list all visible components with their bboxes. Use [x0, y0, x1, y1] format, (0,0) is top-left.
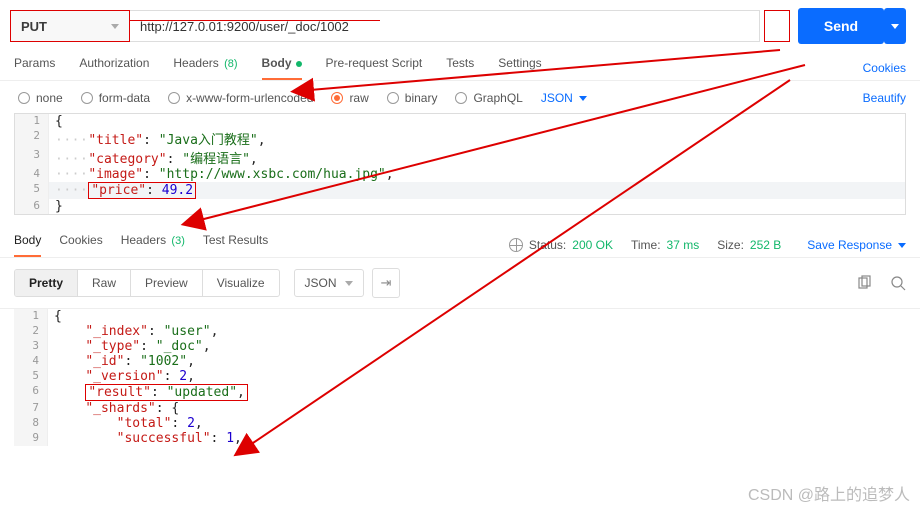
save-button[interactable] — [764, 10, 790, 42]
url-input[interactable]: http://127.0.01:9200/user/_doc/1002 — [130, 10, 760, 42]
chevron-down-icon — [345, 281, 353, 286]
response-view-group: Pretty Raw Preview Visualize — [14, 269, 280, 297]
cookies-link[interactable]: Cookies — [863, 61, 906, 75]
size-value: 252 B — [750, 238, 781, 252]
view-raw[interactable]: Raw — [78, 270, 131, 296]
body-type-none[interactable]: none — [18, 91, 63, 105]
send-dropdown[interactable] — [884, 8, 906, 44]
time-value: 37 ms — [667, 238, 700, 252]
response-tab-cookies[interactable]: Cookies — [59, 233, 102, 257]
radio-icon — [455, 92, 467, 104]
copy-icon[interactable] — [856, 275, 872, 291]
view-visualize[interactable]: Visualize — [203, 270, 279, 296]
chevron-down-icon — [111, 24, 119, 29]
raw-format-dropdown[interactable]: JSON — [541, 91, 587, 105]
method-dropdown[interactable]: PUT — [10, 10, 130, 42]
send-button[interactable]: Send — [798, 8, 884, 44]
tab-tests[interactable]: Tests — [446, 56, 474, 80]
response-tab-test-results[interactable]: Test Results — [203, 233, 268, 257]
status-label: Status: — [529, 238, 566, 252]
tab-params[interactable]: Params — [14, 56, 55, 80]
radio-icon — [331, 92, 343, 104]
radio-icon — [18, 92, 30, 104]
radio-icon — [387, 92, 399, 104]
response-format-dropdown[interactable]: JSON — [294, 269, 364, 297]
highlight-box: "result": "updated", — [85, 384, 248, 401]
chevron-down-icon — [579, 96, 587, 101]
response-tab-body[interactable]: Body — [14, 233, 41, 257]
tab-headers[interactable]: Headers (8) — [173, 56, 237, 80]
highlight-box: "price": 49.2 — [88, 182, 196, 199]
body-type-xform[interactable]: x-www-form-urlencoded — [168, 91, 313, 105]
beautify-link[interactable]: Beautify — [863, 91, 906, 105]
radio-icon — [168, 92, 180, 104]
tab-authorization[interactable]: Authorization — [79, 56, 149, 80]
wrap-lines-button[interactable]: ⇥ — [372, 268, 401, 298]
response-body-editor[interactable]: 1{ 2 "_index": "user", 3 "_type": "_doc"… — [14, 309, 906, 446]
chevron-down-icon — [898, 243, 906, 248]
chevron-down-icon — [891, 24, 899, 29]
modified-dot-icon — [296, 61, 302, 67]
size-label: Size: — [717, 238, 744, 252]
body-type-raw[interactable]: raw — [331, 91, 368, 105]
watermark: CSDN @路上的追梦人 — [748, 481, 910, 505]
tab-prerequest[interactable]: Pre-request Script — [326, 56, 423, 80]
search-icon[interactable] — [890, 275, 906, 291]
body-type-formdata[interactable]: form-data — [81, 91, 150, 105]
body-type-binary[interactable]: binary — [387, 91, 438, 105]
view-pretty[interactable]: Pretty — [15, 270, 78, 296]
response-tab-headers[interactable]: Headers (3) — [121, 233, 185, 257]
method-value: PUT — [21, 19, 47, 34]
save-response-dropdown[interactable]: Save Response — [807, 238, 906, 252]
tab-body[interactable]: Body — [262, 56, 302, 80]
status-value: 200 OK — [572, 238, 613, 252]
time-label: Time: — [631, 238, 661, 252]
body-type-graphql[interactable]: GraphQL — [455, 91, 522, 105]
radio-icon — [81, 92, 93, 104]
request-body-editor[interactable]: 1{ 2····"title": "Java入门教程", 3····"categ… — [14, 113, 906, 215]
globe-icon — [509, 238, 523, 252]
tab-settings[interactable]: Settings — [498, 56, 541, 80]
view-preview[interactable]: Preview — [131, 270, 203, 296]
